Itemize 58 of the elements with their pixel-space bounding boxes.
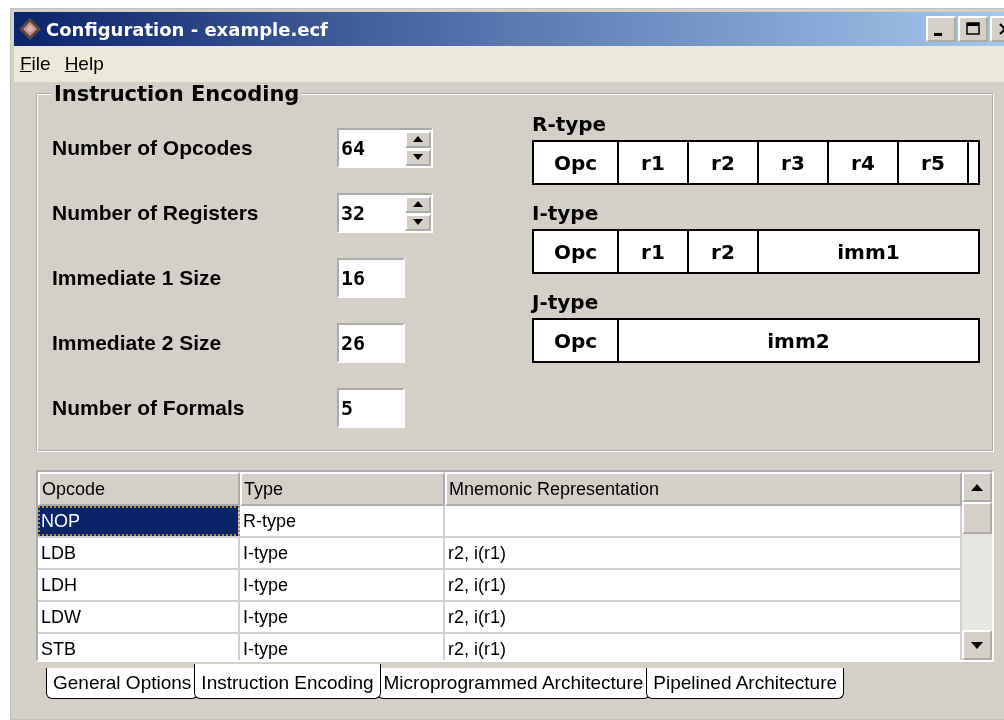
column-header[interactable]: Mnemonic Representation xyxy=(445,472,962,506)
format-field: r2 xyxy=(689,231,759,272)
format-title: R-type xyxy=(532,112,608,136)
table-cell[interactable]: LDW xyxy=(38,602,240,632)
field-label: Number of Registers xyxy=(52,201,260,225)
maximize-icon xyxy=(965,21,981,37)
up-arrow-icon xyxy=(413,136,423,142)
format-field: r5 xyxy=(899,142,969,183)
format-title: I-type xyxy=(532,201,600,225)
format-field: Opc xyxy=(534,231,619,272)
spin-down-button[interactable] xyxy=(405,148,431,166)
maximize-button[interactable] xyxy=(958,16,988,42)
table-cell: I-type xyxy=(240,570,445,600)
chip-icon xyxy=(18,17,42,41)
tab[interactable]: Instruction Encoding xyxy=(194,664,381,699)
table-cell: I-type xyxy=(240,538,445,568)
up-arrow-icon xyxy=(413,201,423,207)
format-field: r2 xyxy=(689,142,759,183)
up-arrow-icon xyxy=(971,483,983,491)
table-cell[interactable]: LDH xyxy=(38,570,240,600)
group-title: Instruction Encoding xyxy=(53,82,301,106)
scroll-up-button[interactable] xyxy=(962,472,992,502)
format-field: imm1 xyxy=(759,231,978,272)
spinner-field[interactable]: 64 xyxy=(337,128,433,168)
field-label: Immediate 2 Size xyxy=(52,331,223,355)
field-label: Immediate 1 Size xyxy=(52,266,223,290)
scroll-down-button[interactable] xyxy=(962,630,992,660)
table-cell[interactable]: LDB xyxy=(38,538,240,568)
menu-item[interactable]: File xyxy=(20,53,51,75)
down-arrow-icon xyxy=(413,219,423,225)
table-cell[interactable]: NOP xyxy=(38,506,240,536)
down-arrow-icon xyxy=(971,641,983,649)
column-header[interactable]: Opcode xyxy=(38,472,240,506)
format-field: r1 xyxy=(619,142,689,183)
format-field: Opc xyxy=(534,142,619,183)
down-arrow-icon xyxy=(413,154,423,160)
window-title: Configuration - example.ecf xyxy=(46,18,329,40)
format-field: r3 xyxy=(759,142,829,183)
spin-up-button[interactable] xyxy=(405,130,431,148)
table-cell: R-type xyxy=(240,506,445,536)
minimize-icon xyxy=(934,32,942,36)
scrollbar[interactable] xyxy=(962,472,992,660)
format-title: J-type xyxy=(532,290,600,314)
spin-down-button[interactable] xyxy=(405,213,431,231)
table-cell: I-type xyxy=(240,602,445,632)
tab[interactable]: Pipelined Architecture xyxy=(646,668,845,699)
spinner-field[interactable]: 32 xyxy=(337,193,433,233)
menu-item[interactable]: Help xyxy=(64,53,104,75)
field-label: Number of Opcodes xyxy=(52,136,254,160)
column-header[interactable]: Type xyxy=(240,472,445,506)
format-field: imm2 xyxy=(619,320,978,361)
format-field: Opc xyxy=(534,320,619,361)
field-label: Number of Formals xyxy=(52,396,246,420)
spin-up-button[interactable] xyxy=(405,195,431,213)
scroll-thumb[interactable] xyxy=(962,502,992,534)
format-field: r1 xyxy=(619,231,689,272)
minimize-button[interactable] xyxy=(926,16,956,42)
format-field: r4 xyxy=(829,142,899,183)
